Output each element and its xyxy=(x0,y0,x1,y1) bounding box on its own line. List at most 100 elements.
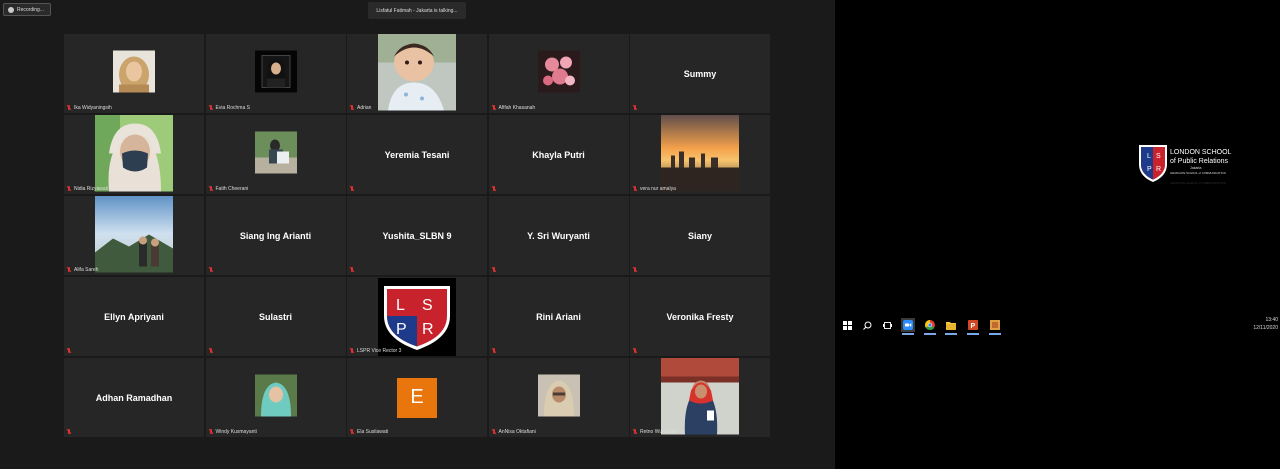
participant-tile[interactable]: Retno Wulandari xyxy=(630,358,770,437)
svg-text:P: P xyxy=(971,323,976,330)
participant-name: Fatih Cheerani xyxy=(215,186,249,192)
muted-mic-icon xyxy=(492,348,496,354)
participant-tile[interactable]: Summy xyxy=(630,34,770,113)
participant-name-label: Ika Widyaningsih xyxy=(67,105,112,111)
muted-mic-icon xyxy=(633,429,637,435)
participant-display-name: Siang Ing Arianti xyxy=(239,230,312,241)
participant-tile[interactable]: Veronika Fresty xyxy=(630,277,770,356)
lspr-shield-logo: LSPR xyxy=(378,277,456,356)
participant-photo xyxy=(254,374,297,421)
participant-name-label: Alifa Sareh xyxy=(67,267,98,273)
file-explorer-icon[interactable] xyxy=(944,318,958,335)
participant-tile[interactable]: Siang Ing Arianti xyxy=(205,196,346,275)
search-icon[interactable] xyxy=(860,318,874,332)
participant-tile[interactable]: Sulastri xyxy=(205,277,346,356)
participant-photo xyxy=(661,358,739,437)
participant-name-label: Retno Wulandari xyxy=(633,429,677,435)
participant-tile[interactable]: Ellyn Apriyani xyxy=(64,277,204,356)
desktop-logo: L S P R LONDON SCHOOL of Public Relation… xyxy=(1138,144,1248,199)
participant-display-name: Yeremia Tesani xyxy=(384,149,450,160)
participant-name: Afifah Khasanah xyxy=(498,105,536,111)
muted-mic-icon xyxy=(633,267,637,273)
participant-name-label xyxy=(633,267,637,273)
participant-name-label xyxy=(67,429,71,435)
muted-mic-icon xyxy=(350,429,354,435)
windows-icon[interactable] xyxy=(840,318,854,332)
muted-mic-icon xyxy=(67,429,71,435)
svg-text:P: P xyxy=(396,321,407,338)
svg-text:L: L xyxy=(396,297,405,314)
participant-name-label xyxy=(209,348,213,354)
powerpoint-icon[interactable]: P xyxy=(966,318,980,335)
zoom-icon[interactable] xyxy=(901,318,915,335)
participant-tile[interactable]: Rini Ariani xyxy=(488,277,629,356)
participant-tile[interactable]: Yeremia Tesani xyxy=(347,115,487,194)
svg-text:L: L xyxy=(1147,153,1151,160)
participant-name: Windy Kusmayanti xyxy=(215,429,257,435)
task-view-icon[interactable] xyxy=(880,318,894,332)
participant-name-label: Fatih Cheerani xyxy=(209,186,249,192)
muted-mic-icon xyxy=(209,348,213,354)
participant-display-name: Summy xyxy=(683,68,717,79)
participant-tile[interactable]: L S P R LSPR Vice Rector 3 xyxy=(347,277,487,356)
muted-mic-icon xyxy=(209,267,213,273)
participant-tile[interactable]: E Ela Susilawati xyxy=(347,358,487,437)
muted-mic-icon xyxy=(633,105,637,111)
participant-tile[interactable]: Siany xyxy=(630,196,770,275)
participant-tile[interactable]: Adhan Ramadhan xyxy=(64,358,204,437)
participant-name-label: Windy Kusmayanti xyxy=(209,429,257,435)
participant-tile[interactable]: Ika Widyaningsih xyxy=(64,34,204,113)
participant-tile[interactable]: Fatih Cheerani xyxy=(205,115,346,194)
chrome-icon[interactable] xyxy=(923,318,937,335)
initial-avatar: E xyxy=(397,377,437,418)
participant-tile[interactable]: Windy Kusmayanti xyxy=(205,358,346,437)
participant-name-label xyxy=(633,348,637,354)
participant-name-label xyxy=(492,348,496,354)
participant-name-label xyxy=(492,267,496,273)
participant-tile[interactable]: Adrian xyxy=(347,34,487,113)
clock-time: 13:40 xyxy=(1265,317,1278,323)
photos-icon[interactable] xyxy=(988,318,1002,335)
participant-photo xyxy=(95,115,173,194)
muted-mic-icon xyxy=(67,186,71,192)
muted-mic-icon xyxy=(209,186,213,192)
participant-name-label xyxy=(67,348,71,354)
muted-mic-icon xyxy=(350,186,354,192)
participant-name-label: Ela Susilawati xyxy=(350,429,388,435)
logo-line4: GRADUATE SCHOOL of COMMUNICATION xyxy=(1170,171,1226,175)
participant-display-name: Rini Ariani xyxy=(536,311,581,322)
participant-tile[interactable]: Yushita_SLBN 9 xyxy=(347,196,487,275)
muted-mic-icon xyxy=(492,105,496,111)
system-clock[interactable]: 13:40 12/11/2020 xyxy=(1253,316,1278,332)
participant-name-label xyxy=(350,267,354,273)
windows-taskbar: P 13:40 12/11/2020 xyxy=(835,312,1280,338)
participant-name: Ela Susilawati xyxy=(357,429,389,435)
participant-tile[interactable]: Y. Sri Wuryanti xyxy=(488,196,629,275)
muted-mic-icon xyxy=(209,429,213,435)
muted-mic-icon xyxy=(350,105,354,111)
participant-tile[interactable]: AnNisa Oktafiani xyxy=(488,358,629,437)
svg-text:S: S xyxy=(1156,153,1161,160)
participant-tile[interactable]: Alifa Sareh xyxy=(64,196,204,275)
participant-tile[interactable]: Evia Rochma S xyxy=(205,34,346,113)
participant-display-name: Adhan Ramadhan xyxy=(95,392,173,403)
participant-photo xyxy=(537,374,580,421)
recording-indicator[interactable]: Recording... xyxy=(3,3,51,16)
logo-line1: LONDON SCHOOL xyxy=(1170,149,1232,156)
active-speaker-banner: Lisfatul Fatimah - Jakarta is talking... xyxy=(368,2,466,19)
participant-tile[interactable]: Nidia Rizyawati xyxy=(64,115,204,194)
participant-tile[interactable]: vera nur amalya xyxy=(630,115,770,194)
participant-name: Retno Wulandari xyxy=(640,429,678,435)
participant-name-label: vera nur amalya xyxy=(633,186,676,192)
muted-mic-icon xyxy=(633,186,637,192)
participant-tile[interactable]: Afifah Khasanah xyxy=(488,34,629,113)
participant-photo xyxy=(95,196,173,275)
participant-name-label xyxy=(350,186,354,192)
logo-line2: of Public Relations xyxy=(1170,158,1228,165)
svg-text:R: R xyxy=(1156,166,1161,173)
participant-tile[interactable]: Khayla Putri xyxy=(488,115,629,194)
participant-name: AnNisa Oktafiani xyxy=(498,429,536,435)
participant-name-label: AnNisa Oktafiani xyxy=(492,429,536,435)
muted-mic-icon xyxy=(67,105,71,111)
muted-mic-icon xyxy=(492,267,496,273)
